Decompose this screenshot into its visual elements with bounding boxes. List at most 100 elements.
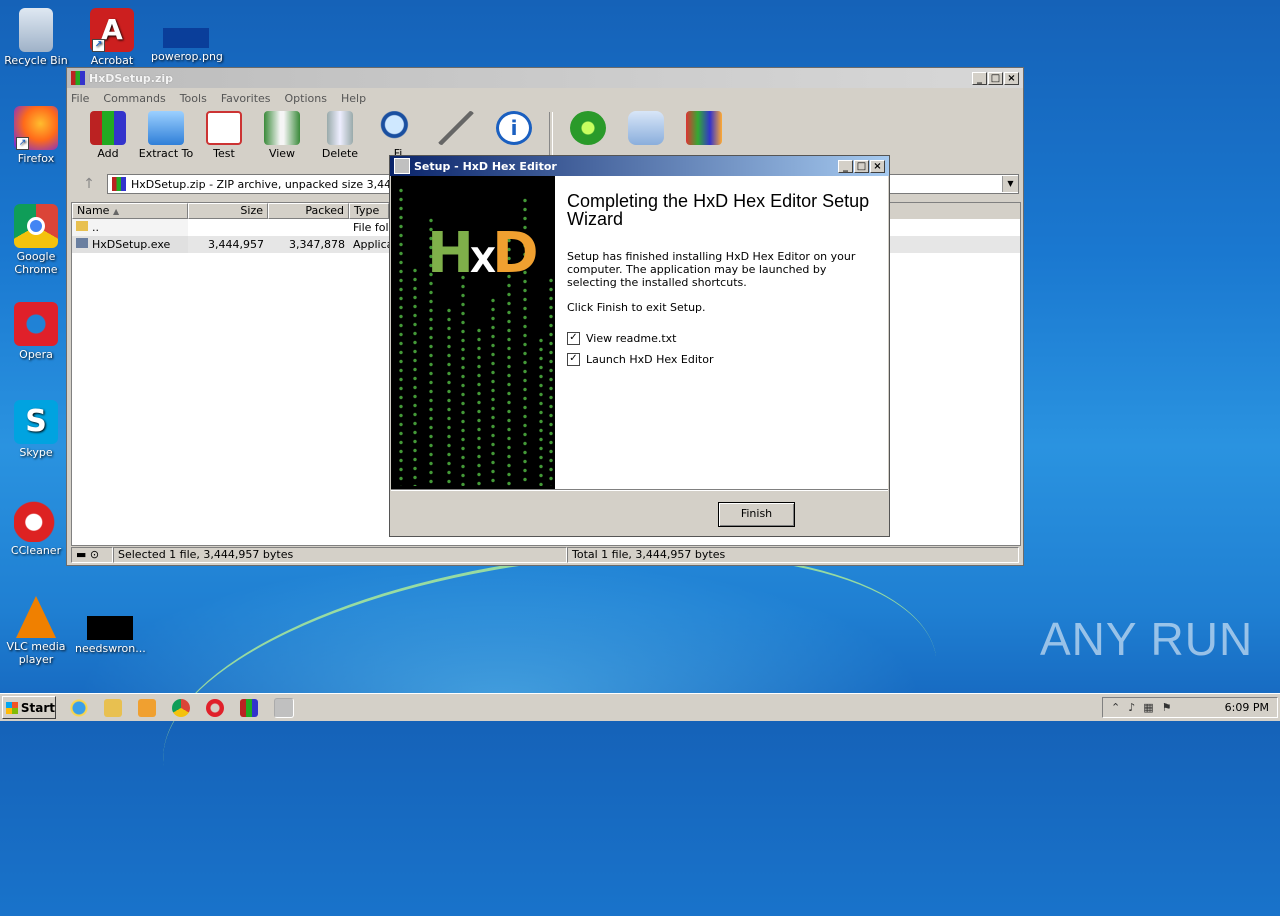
status-total: Total 1 file, 3,444,957 bytes [567, 547, 1019, 563]
chevron-down-icon[interactable]: ▼ [1002, 176, 1018, 192]
setup-heading: Completing the HxD Hex Editor Setup Wiza… [567, 191, 870, 229]
hxd-logo: HXD [427, 221, 539, 286]
maximize-button[interactable]: □ [988, 71, 1003, 85]
opera-taskbar-icon[interactable] [206, 698, 224, 717]
minimize-button[interactable]: _ [972, 71, 987, 85]
menu-commands[interactable]: Commands [103, 92, 165, 105]
finish-button[interactable]: Finish [718, 502, 795, 527]
matrix-rain [491, 296, 495, 486]
setup-dialog: Setup - HxD Hex Editor _ □ × HXD Complet… [389, 155, 890, 537]
matrix-rain [447, 306, 451, 486]
setup-title: Setup - HxD Hex Editor [414, 159, 557, 173]
winrar-taskbar-icon[interactable] [240, 698, 258, 717]
winrar-title: HxDSetup.zip [89, 71, 174, 85]
folder-icon [76, 221, 88, 231]
winrar-titlebar[interactable]: HxDSetup.zip _ □ × [67, 68, 1023, 88]
setup-taskbar-icon[interactable] [274, 697, 294, 718]
toolbar-separator [549, 112, 553, 158]
vlc-icon [16, 596, 56, 638]
book-icon [264, 111, 300, 145]
chrome-taskbar-icon[interactable] [172, 698, 190, 717]
setup-divider [391, 489, 888, 491]
drive-icon: ▬ ⊙ [71, 547, 113, 563]
archive-icon [112, 177, 126, 191]
desktop-icon-chrome[interactable]: Google Chrome [1, 204, 71, 276]
desktop-icon-recycle-bin[interactable]: Recycle Bin [1, 8, 71, 67]
menu-help[interactable]: Help [341, 92, 366, 105]
checkbox-checked-icon: ✓ [567, 353, 580, 366]
column-packed[interactable]: Packed [268, 203, 349, 219]
setup-maximize-button[interactable]: □ [854, 159, 869, 173]
desktop-icon-powerop[interactable]: powerop.png [151, 8, 223, 63]
view-button[interactable]: View [253, 108, 311, 160]
desktop-icon-vlc[interactable]: VLC media player [1, 596, 71, 666]
launch-hxd-checkbox[interactable]: ✓ Launch HxD Hex Editor [567, 353, 876, 366]
column-size[interactable]: Size [188, 203, 268, 219]
info-icon: i [496, 111, 532, 145]
desktop-icon-opera[interactable]: Opera [1, 302, 71, 361]
media-player-icon[interactable] [138, 698, 156, 717]
show-hidden-icons-icon[interactable]: ⌃ [1111, 701, 1120, 714]
menu-tools[interactable]: Tools [180, 92, 207, 105]
setup-minimize-button[interactable]: _ [838, 159, 853, 173]
desktop-icon-ccleaner[interactable]: CCleaner [1, 498, 71, 557]
comment-icon [628, 111, 664, 145]
find-button[interactable]: Fi [369, 108, 427, 160]
add-button[interactable]: Add [79, 108, 137, 160]
setup-titlebar[interactable]: Setup - HxD Hex Editor _ □ × [390, 156, 889, 176]
desktop-icon-acrobat[interactable]: A ↗ Acrobat [77, 8, 147, 67]
info-button[interactable]: i [485, 108, 543, 147]
matrix-rain [549, 276, 553, 486]
exe-file-icon [76, 238, 88, 248]
clipboard-check-icon [206, 111, 242, 145]
acrobat-icon: A ↗ [90, 8, 134, 52]
matrix-rain [413, 266, 417, 486]
matrix-rain [477, 326, 481, 486]
clock[interactable]: 6:09 PM [1225, 701, 1269, 714]
wizard-button[interactable] [427, 108, 485, 147]
system-tray: ⌃ ♪ ▦ ⚑ 6:09 PM [1102, 697, 1278, 718]
trash-icon [327, 111, 353, 145]
menu-file[interactable]: File [71, 92, 89, 105]
volume-icon[interactable]: ♪ [1128, 701, 1135, 714]
status-selected: Selected 1 file, 3,444,957 bytes [113, 547, 567, 563]
test-button[interactable]: Test [195, 108, 253, 160]
windows-logo-icon [6, 701, 18, 714]
chrome-icon [14, 204, 58, 248]
bug-icon [570, 111, 606, 145]
setup-content: Completing the HxD Hex Editor Setup Wiza… [555, 176, 888, 489]
delete-button[interactable]: Delete [311, 108, 369, 160]
skype-icon: S [14, 400, 58, 444]
setup-message: Setup has finished installing HxD Hex Ed… [567, 250, 856, 289]
menubar: File Commands Tools Favorites Options He… [67, 88, 1023, 108]
sfx-button[interactable] [675, 108, 733, 147]
desktop-icon-skype[interactable]: S Skype [1, 400, 71, 459]
start-button[interactable]: Start [2, 696, 56, 719]
checkbox-checked-icon: ✓ [567, 332, 580, 345]
explorer-icon[interactable] [104, 698, 122, 717]
desktop-icon-needswron[interactable]: needswron... [75, 602, 146, 655]
action-center-flag-icon[interactable]: ⚑ [1162, 701, 1172, 714]
setup-app-icon [394, 158, 410, 174]
desktop-icon-firefox[interactable]: ↗ Firefox [1, 106, 71, 165]
column-type[interactable]: Type [349, 203, 389, 219]
folder-icon [148, 111, 184, 145]
up-arrow-icon[interactable]: ↑ [71, 174, 107, 194]
recycle-bin-icon [19, 8, 53, 52]
matrix-rain [539, 336, 543, 486]
column-name[interactable]: Name ▲ [72, 203, 188, 219]
virus-scan-button[interactable] [559, 108, 617, 147]
extract-to-button[interactable]: Extract To [137, 108, 195, 160]
setup-close-button[interactable]: × [870, 159, 885, 173]
add-archive-icon [90, 111, 126, 145]
ie-icon[interactable] [70, 698, 88, 717]
menu-favorites[interactable]: Favorites [221, 92, 271, 105]
view-readme-checkbox[interactable]: ✓ View readme.txt [567, 332, 876, 345]
ccleaner-icon [14, 498, 58, 542]
comment-button[interactable] [617, 108, 675, 147]
magnifier-icon [380, 111, 416, 145]
setup-side-image: HXD [391, 176, 555, 489]
menu-options[interactable]: Options [285, 92, 327, 105]
network-icon[interactable]: ▦ [1143, 701, 1153, 714]
close-button[interactable]: × [1004, 71, 1019, 85]
